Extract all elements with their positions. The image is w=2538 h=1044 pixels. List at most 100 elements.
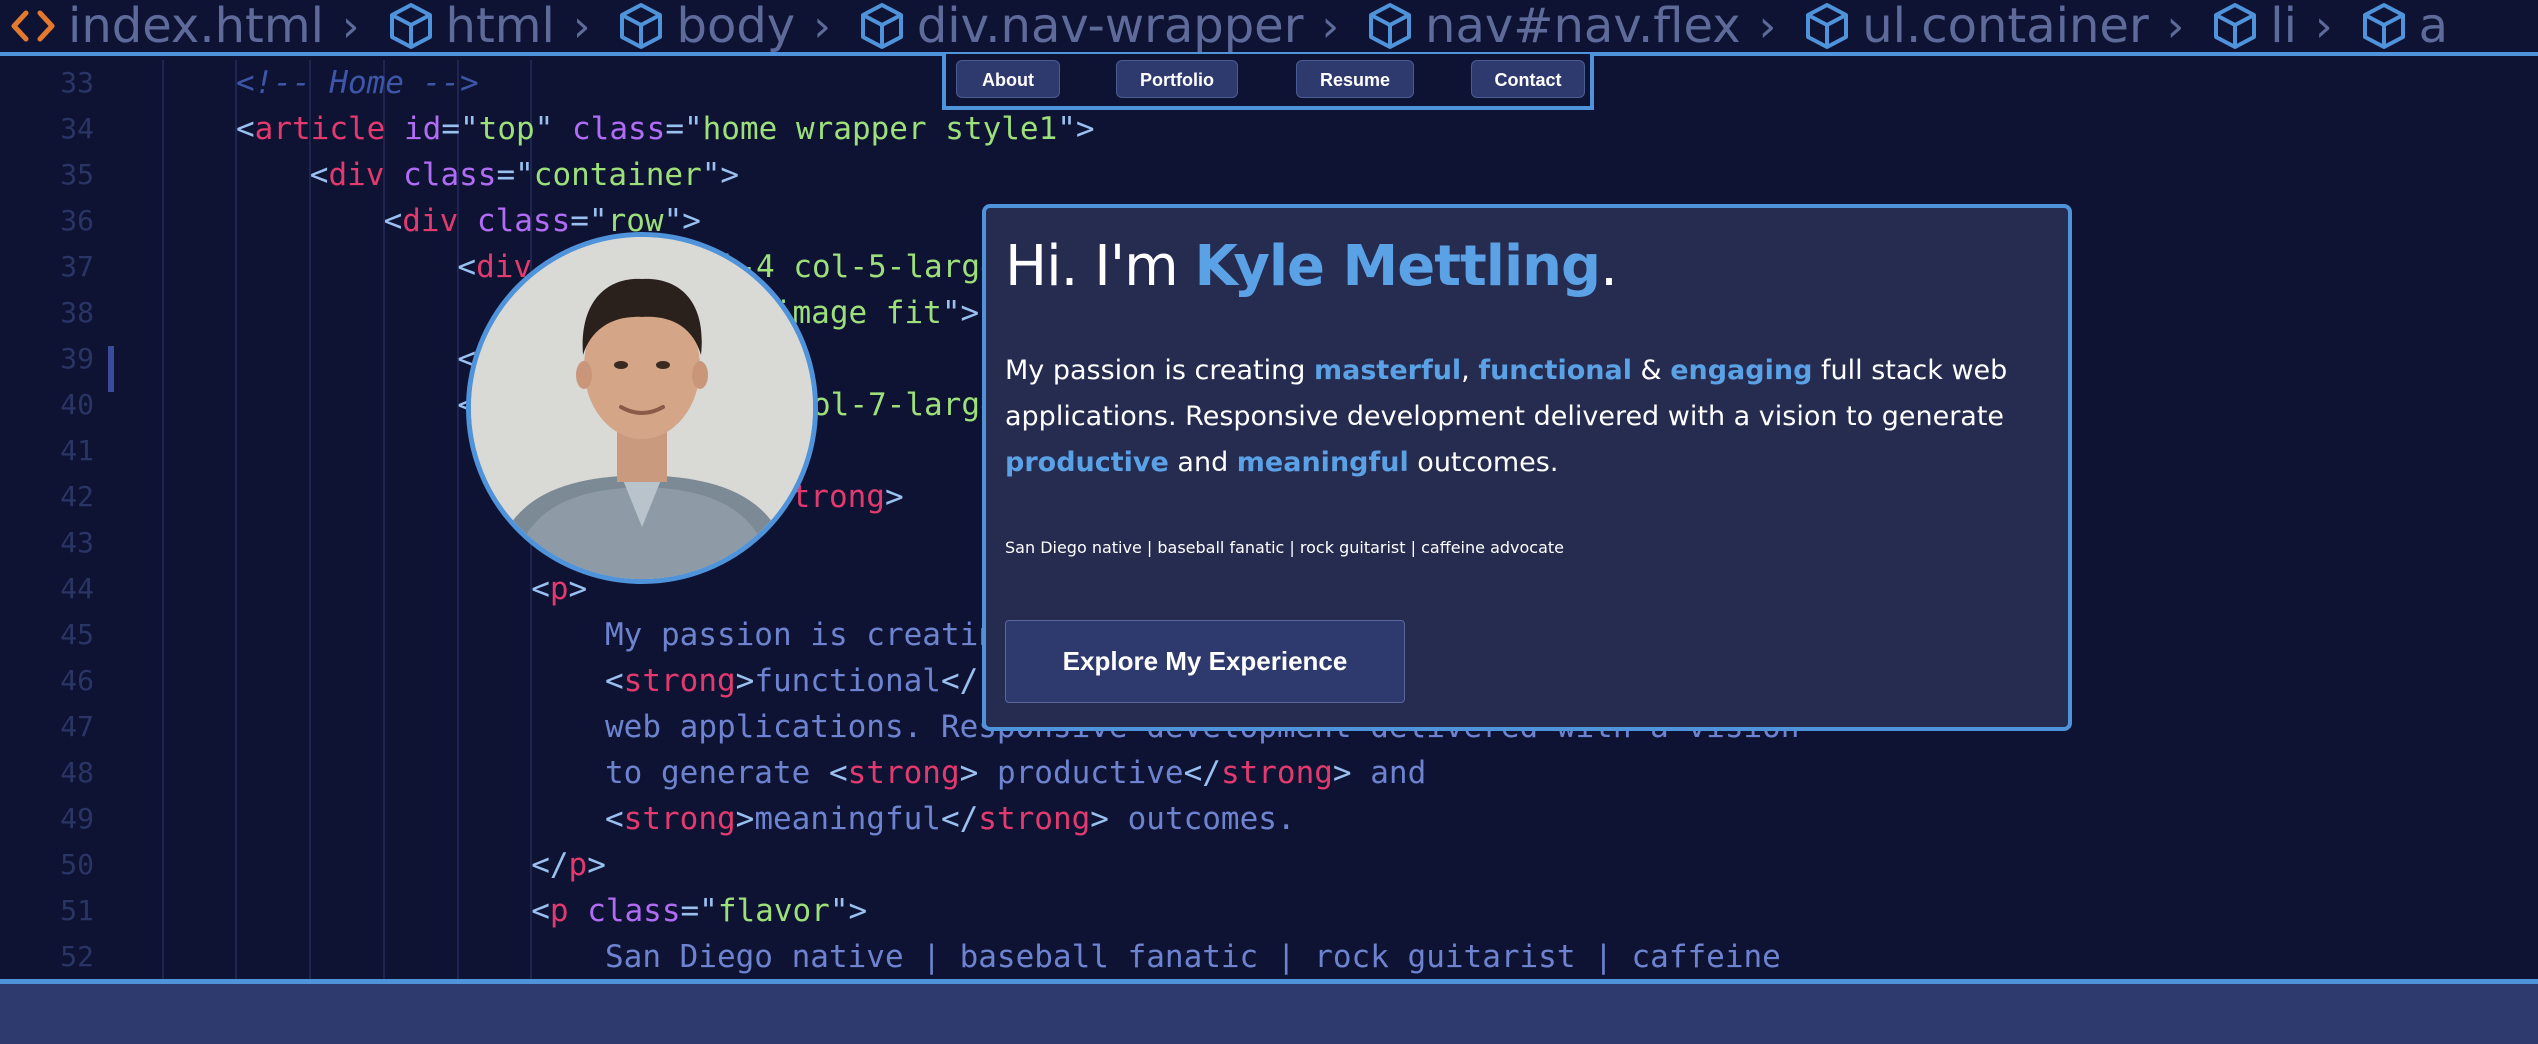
- code-token: meaningful: [754, 801, 941, 837]
- code-token: <: [605, 801, 624, 837]
- profile-photo: [466, 232, 818, 584]
- breadcrumb-item[interactable]: ul.container: [1794, 0, 2149, 52]
- hero-card: Hi. I'm Kyle Mettling. My passion is cre…: [982, 204, 2072, 731]
- hero-name: Kyle Mettling: [1194, 234, 1602, 299]
- code-content: </p>: [531, 842, 606, 888]
- code-token: productive: [978, 755, 1184, 791]
- line-number: 40: [60, 388, 94, 421]
- code-token: div: [328, 157, 385, 193]
- breadcrumb-item[interactable]: html: [378, 0, 555, 52]
- code-token: ">: [1057, 111, 1095, 147]
- breadcrumb-item[interactable]: body: [608, 0, 796, 54]
- code-token: <: [383, 203, 403, 239]
- code-token: My passion is creating: [605, 617, 1016, 653]
- bio-highlight: productive: [1005, 447, 1169, 478]
- explore-experience-button[interactable]: Explore My Experience: [1005, 620, 1405, 703]
- code-token: <: [457, 249, 477, 285]
- chevron-right-icon: ›: [2314, 0, 2333, 52]
- code-token: =": [570, 203, 608, 239]
- bio-text: &: [1631, 355, 1671, 386]
- code-token: class: [458, 203, 571, 239]
- code-token: =": [441, 111, 479, 147]
- code-content: <strong>meaningful</strong> outcomes.: [605, 796, 1296, 842]
- code-token: <: [605, 663, 624, 699]
- nav-contact-button[interactable]: Contact: [1471, 60, 1585, 98]
- code-token: </: [940, 663, 979, 699]
- code-content: My passion is creating: [605, 612, 1016, 658]
- code-token: >: [735, 663, 755, 699]
- cube-icon: [2214, 3, 2257, 49]
- code-content: <!-- Home -->: [236, 60, 479, 106]
- nav-bar: About Portfolio Resume Contact: [942, 54, 1594, 110]
- breadcrumb-item-label: li: [2270, 0, 2297, 54]
- bio-text: ,: [1461, 355, 1479, 386]
- line-number: 48: [60, 756, 94, 789]
- code-token: ">: [701, 157, 740, 193]
- chevron-right-icon: ›: [1758, 0, 1777, 52]
- code-line: 50 </p>: [0, 842, 2538, 888]
- code-token: >: [735, 801, 755, 837]
- nav-resume-button[interactable]: Resume: [1296, 60, 1414, 98]
- line-number: 49: [60, 802, 94, 835]
- code-token: to generate: [605, 755, 829, 791]
- code-token: home wrapper style1: [702, 111, 1058, 147]
- code-content: <p class="flavor">: [531, 888, 867, 934]
- code-content: to generate <strong> productive</strong>…: [605, 750, 1426, 796]
- status-bar: [0, 979, 2538, 1044]
- chevron-right-icon: ›: [813, 0, 831, 52]
- code-token: p: [549, 571, 569, 607]
- breadcrumb-item[interactable]: nav#nav.flex: [1357, 0, 1741, 54]
- bio-highlight: engaging: [1670, 355, 1813, 386]
- code-line: 49 <strong>meaningful</strong> outcomes.: [0, 796, 2538, 842]
- code-content: <article id="top" class="home wrapper st…: [236, 106, 1095, 152]
- line-number: 46: [60, 664, 94, 697]
- code-token: article: [254, 111, 386, 147]
- chevron-right-icon: ›: [572, 0, 591, 52]
- code-token: class: [384, 157, 497, 193]
- bio-highlight: functional: [1478, 355, 1632, 386]
- bio-highlight: meaningful: [1236, 447, 1409, 478]
- code-token: =": [680, 893, 718, 929]
- code-token: San Diego native | baseball fanatic | ro…: [605, 939, 1781, 975]
- breadcrumb-item[interactable]: div.nav-wrapper: [849, 0, 1304, 54]
- line-number: 37: [60, 250, 94, 283]
- breadcrumb-item[interactable]: a: [2351, 0, 2448, 54]
- line-number: 34: [60, 112, 94, 145]
- code-token: <!-- Home -->: [236, 65, 479, 101]
- code-token: >: [959, 755, 979, 791]
- cube-icon: [389, 3, 432, 49]
- code-token: div: [402, 203, 459, 239]
- code-line: 52 San Diego native | baseball fanatic | …: [0, 934, 2538, 979]
- nav-about-button[interactable]: About: [956, 60, 1060, 98]
- breadcrumb-item-label: div.nav-wrapper: [916, 0, 1304, 54]
- code-token: =": [496, 157, 534, 193]
- code-token: <: [236, 111, 255, 147]
- breadcrumb-item-label: a: [2418, 0, 2448, 54]
- code-token: strong: [978, 801, 1091, 837]
- code-token: class: [568, 893, 681, 929]
- hero-period: .: [1600, 234, 1618, 299]
- code-token: top: [478, 111, 535, 147]
- chevron-right-icon: ›: [2166, 0, 2185, 52]
- code-line: 51 <p class="flavor">: [0, 888, 2538, 934]
- code-token: class: [553, 111, 666, 147]
- breadcrumb-file[interactable]: index.html: [0, 0, 324, 52]
- bio-text: outcomes.: [1408, 447, 1559, 478]
- line-number: 51: [60, 894, 94, 927]
- line-number: 33: [60, 66, 94, 99]
- code-token: p: [549, 893, 569, 929]
- code-token: container: [533, 157, 702, 193]
- breadcrumb-item-label: body: [676, 0, 796, 54]
- code-token: outcomes.: [1108, 801, 1296, 837]
- chevron-right-icon: ›: [341, 0, 360, 52]
- code-token: >: [884, 479, 904, 515]
- hero-greeting: Hi. I'm: [1005, 234, 1195, 299]
- code-token: <: [309, 157, 329, 193]
- breadcrumb-item[interactable]: li: [2202, 0, 2297, 54]
- code-token: <: [531, 571, 550, 607]
- nav-portfolio-button[interactable]: Portfolio: [1116, 60, 1238, 98]
- code-content: <div class="container">: [310, 152, 739, 198]
- bio-text: and: [1168, 447, 1237, 478]
- breadcrumb-item-label: nav#nav.flex: [1425, 0, 1741, 54]
- code-line: 35 <div class="container">: [0, 152, 2538, 198]
